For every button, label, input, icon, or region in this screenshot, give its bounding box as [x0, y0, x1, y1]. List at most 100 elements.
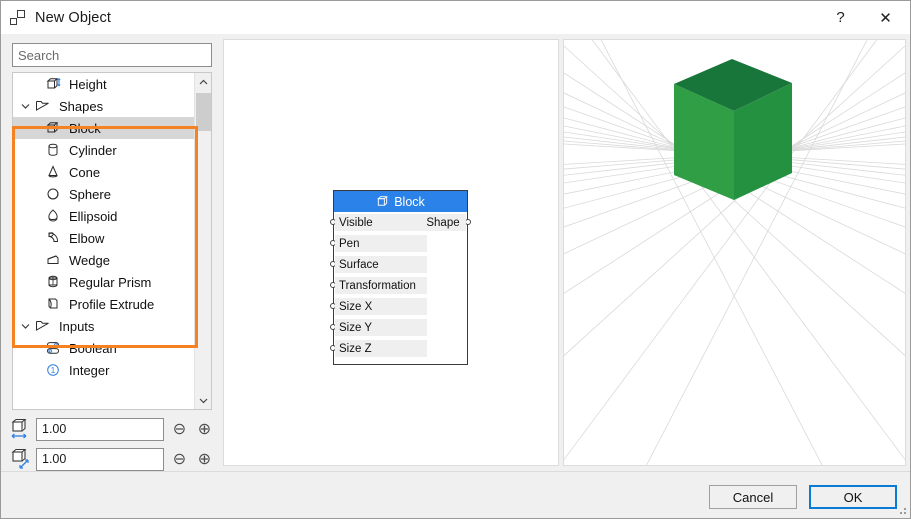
- block-node-title: Block: [394, 194, 425, 209]
- ok-button-label: OK: [843, 489, 863, 505]
- node-input-pen[interactable]: Pen: [335, 235, 427, 252]
- tree-scroll-area: Height Shapes Block Cylinder Cone Sphere Ellip…: [13, 73, 196, 409]
- left-panel: Height Shapes Block Cylinder Cone Sphere Ellip…: [1, 34, 223, 507]
- tree-item-ellipsoid[interactable]: Ellipsoid: [13, 205, 196, 227]
- node-input-transformation[interactable]: Transformation: [335, 277, 427, 294]
- tree-item-elbow[interactable]: Elbow: [13, 227, 196, 249]
- node-input-row: Transformation: [330, 275, 467, 296]
- node-input-label: Size Y: [339, 321, 373, 334]
- size-x-icon: [9, 418, 33, 440]
- tree-item-block[interactable]: Block: [13, 117, 196, 139]
- node-input-row: Size X: [330, 296, 467, 317]
- node-input-label: Size X: [339, 300, 373, 313]
- title-bar: New Object ? ✕: [1, 1, 910, 34]
- new-object-icon: [10, 9, 28, 26]
- ellipsoid-icon: [43, 207, 63, 225]
- node-input-row: Surface: [330, 254, 467, 275]
- node-input-visible[interactable]: Visible: [335, 214, 427, 231]
- ok-button[interactable]: OK: [809, 485, 897, 509]
- block-node-ports: Visible Shape Pen Surface Transformation Size…: [330, 212, 471, 365]
- tree-item-label: Sphere: [69, 186, 111, 202]
- tree-item-label: Shapes: [59, 98, 104, 114]
- dialog-body: Height Shapes Block Cylinder Cone Sphere Ellip…: [1, 34, 910, 507]
- cube-icon: [43, 119, 63, 137]
- elbow-icon: [43, 229, 63, 247]
- object-type-tree[interactable]: Height Shapes Block Cylinder Cone Sphere Ellip…: [12, 72, 212, 410]
- tree-item-integer[interactable]: 1 Integer: [13, 359, 196, 381]
- help-icon: ?: [836, 9, 845, 26]
- tree-item-sphere[interactable]: Sphere: [13, 183, 196, 205]
- resize-grip[interactable]: [897, 505, 907, 515]
- folder-open-icon: [33, 317, 53, 335]
- node-input-surface[interactable]: Surface: [335, 256, 427, 273]
- tree-item-profile-extrude[interactable]: Profile Extrude: [13, 293, 196, 315]
- tree-item-wedge[interactable]: Wedge: [13, 249, 196, 271]
- tree-scrollbar[interactable]: [194, 73, 211, 409]
- tree-item-label: Boolean: [69, 340, 117, 356]
- node-input-label: Pen: [339, 237, 360, 250]
- plus-circle-icon: ⊕: [197, 451, 212, 468]
- cancel-button[interactable]: Cancel: [709, 485, 797, 509]
- viewport-scene: [564, 40, 905, 465]
- preview-viewport[interactable]: [563, 39, 906, 466]
- tree-item-cylinder[interactable]: Cylinder: [13, 139, 196, 161]
- wedge-icon: [43, 251, 63, 269]
- node-input-size-z[interactable]: Size Z: [335, 340, 427, 357]
- cone-icon: [43, 163, 63, 181]
- tree-item-regular-prism[interactable]: Regular Prism: [13, 271, 196, 293]
- cube-icon: [376, 195, 389, 208]
- tree-item-cone[interactable]: Cone: [13, 161, 196, 183]
- boolean-icon: [43, 339, 63, 357]
- node-input-size-x[interactable]: Size X: [335, 298, 427, 315]
- tree-item-label: Wedge: [69, 252, 110, 268]
- node-input-row: Size Z: [330, 338, 467, 359]
- minus-circle-icon: ⊖: [172, 451, 187, 468]
- size-x-decrement[interactable]: ⊖: [170, 419, 189, 439]
- scrollbar-thumb[interactable]: [196, 93, 211, 131]
- size-y-increment[interactable]: ⊕: [195, 449, 214, 469]
- cylinder-icon: [43, 141, 63, 159]
- chevron-down-icon[interactable]: [17, 323, 33, 329]
- tree-item-label: Cone: [69, 164, 101, 180]
- tree-item-shapes[interactable]: Shapes: [13, 95, 196, 117]
- tree-item-label: Regular Prism: [69, 274, 152, 290]
- cancel-button-label: Cancel: [732, 489, 774, 505]
- node-output-label: Shape: [426, 216, 460, 229]
- chevron-down-icon[interactable]: [17, 103, 33, 109]
- prism-icon: [43, 273, 63, 291]
- block-node[interactable]: Block Visible Shape Pen Surface Transformati…: [330, 190, 471, 365]
- node-input-label: Transformation: [339, 279, 416, 292]
- tree-item-boolean[interactable]: Boolean: [13, 337, 196, 359]
- minus-circle-icon: ⊖: [172, 421, 187, 438]
- node-editor-canvas[interactable]: Block Visible Shape Pen Surface Transformati…: [223, 39, 559, 466]
- plus-circle-icon: ⊕: [197, 421, 212, 438]
- size-x-input[interactable]: [36, 417, 164, 441]
- node-input-size-y[interactable]: Size Y: [335, 319, 427, 336]
- tree-item-inputs[interactable]: Inputs: [13, 315, 196, 337]
- svg-text:1: 1: [51, 366, 56, 375]
- scroll-down-button[interactable]: [195, 392, 211, 409]
- node-input-label: Size Z: [339, 342, 372, 355]
- help-button[interactable]: ?: [818, 1, 863, 34]
- size-x-increment[interactable]: ⊕: [195, 419, 214, 439]
- search-input[interactable]: [12, 43, 212, 67]
- folder-open-icon: [33, 97, 53, 115]
- close-button[interactable]: ✕: [863, 1, 908, 34]
- node-output-shape[interactable]: Shape: [420, 214, 466, 231]
- cube-height-icon: [43, 75, 63, 93]
- green-cube: [674, 59, 792, 200]
- tree-item-label: Ellipsoid: [69, 208, 118, 224]
- tree-item-height[interactable]: Height: [13, 73, 196, 95]
- new-object-dialog: New Object ? ✕ Height Shapes Block Cylinder…: [0, 0, 911, 519]
- scroll-up-button[interactable]: [195, 73, 211, 90]
- close-icon: ✕: [879, 9, 892, 27]
- block-node-header[interactable]: Block: [334, 191, 467, 212]
- size-y-decrement[interactable]: ⊖: [170, 449, 189, 469]
- tree-item-label: Cylinder: [69, 142, 117, 158]
- tree-item-label: Height: [69, 76, 107, 92]
- tree-item-label: Inputs: [59, 318, 95, 334]
- size-y-input[interactable]: [36, 447, 164, 471]
- window-title: New Object: [35, 9, 111, 26]
- tree-item-label: Block: [69, 120, 101, 136]
- tree-item-label: Profile Extrude: [69, 296, 155, 312]
